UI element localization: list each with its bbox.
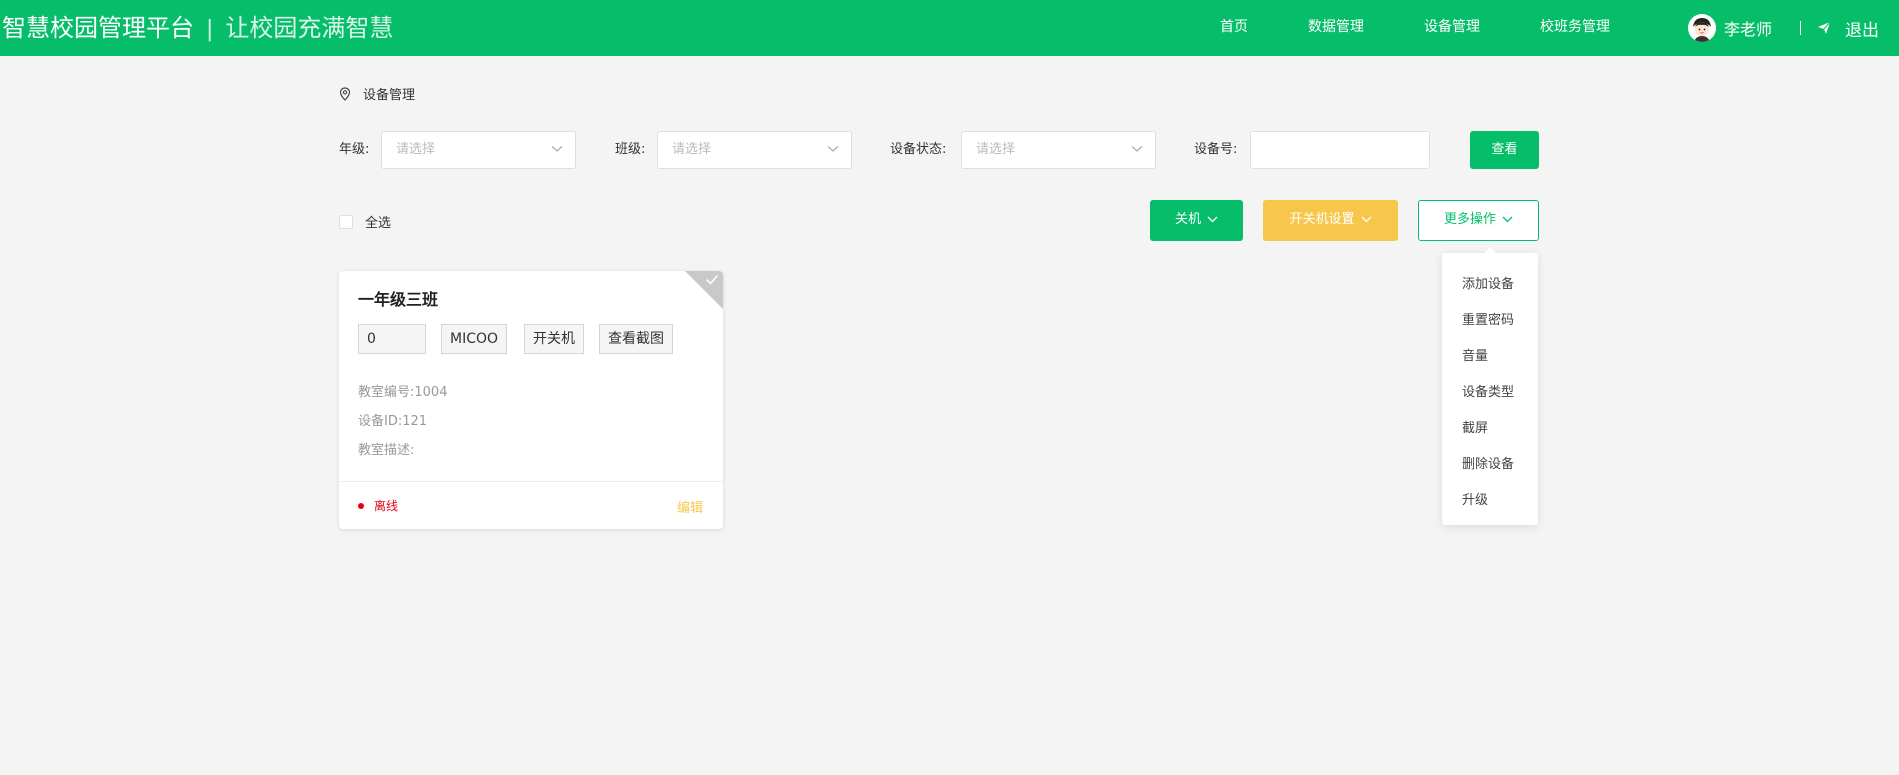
app-slogan: 让校园充满智慧 [225,14,394,42]
menu-item-add-device[interactable]: 添加设备 [1442,267,1538,303]
chevron-down-icon [1361,216,1371,223]
nav-item-home[interactable]: 首页 [1220,0,1248,56]
status-dot [358,502,364,509]
nav-item-device-management[interactable]: 设备管理 [1424,0,1480,56]
status-label: 离线 [374,499,399,513]
location-pin-icon [339,86,351,101]
menu-item-upgrade[interactable]: 升级 [1442,483,1538,519]
card-title: 一年级三班 [358,290,439,309]
select-all-label: 全选 [365,216,392,231]
more-actions-label: 更多操作 [1443,212,1496,227]
device-status-label: 设备状态: [890,142,947,157]
chevron-down-icon [1131,146,1143,152]
grade-select-placeholder: 请选择 [396,142,436,157]
logout-button[interactable]: 退出 [1800,12,1879,44]
logout-label: 退出 [1845,20,1879,41]
classroom-number: 教室编号:1004 [358,381,447,400]
logout-divider [1800,21,1801,35]
grade-label: 年级: [339,142,370,157]
device-no-input[interactable] [1250,131,1430,169]
paper-plane-icon [1818,21,1831,34]
avatar-image [1688,14,1716,42]
tag-count: 0 [358,324,426,354]
breadcrumb: 设备管理 [339,84,415,103]
select-all-checkbox[interactable] [339,214,353,229]
tag-brand: MICOO [441,324,508,354]
more-actions-list: 添加设备 重置密码 音量 设备类型 截屏 删除设备 升级 [1442,253,1538,519]
tag-view-screenshot[interactable]: 查看截图 [599,324,673,354]
search-button[interactable]: 查看 [1470,131,1539,169]
user-name: 李老师 [1724,20,1773,39]
device-status-select[interactable]: 请选择 [961,131,1156,169]
more-actions-button[interactable]: 更多操作 [1418,200,1539,241]
class-label: 班级: [615,142,646,157]
edit-link[interactable]: 编辑 [677,497,703,516]
nav-item-class-affairs[interactable]: 校班务管理 [1540,0,1610,56]
chevron-down-icon [551,146,563,152]
menu-item-device-type[interactable]: 设备类型 [1442,375,1538,411]
menu-item-screenshot[interactable]: 截屏 [1442,411,1538,447]
check-icon [705,275,719,285]
card-divider [339,481,723,482]
power-schedule-button[interactable]: 开关机设置 [1263,200,1398,241]
user-menu[interactable]: 李老师 [1688,12,1772,44]
menu-item-reset-password[interactable]: 重置密码 [1442,303,1538,339]
select-all[interactable]: 全选 [339,212,391,231]
app-title: 智慧校园管理平台 [2,14,194,42]
classroom-description: 教室描述: [358,439,414,458]
device-id-value: 121 [402,414,428,429]
shutdown-label: 关机 [1174,212,1201,227]
more-actions-dropdown: 添加设备 重置密码 音量 设备类型 截屏 删除设备 升级 [1442,247,1538,525]
menu-item-delete-device[interactable]: 删除设备 [1442,447,1538,483]
top-header: 智慧校园管理平台 | 让校园充满智慧 首页 数据管理 设备管理 校班务管理 李老师 … [0,0,1899,56]
chevron-down-icon [1207,216,1218,223]
device-no-label: 设备号: [1194,142,1238,157]
device-id: 设备ID:121 [358,410,427,429]
classroom-description-label: 教室描述: [358,443,415,458]
device-card[interactable]: 一年级三班 0 MICOO 开关机 查看截图 教室编号:1004 设备ID:12… [339,271,723,529]
title-separator: | [206,17,214,42]
brand: 智慧校园管理平台 | 让校园充满智慧 [2,0,393,56]
menu-item-volume[interactable]: 音量 [1442,339,1538,375]
chevron-down-icon [827,146,839,152]
dropdown-arrow [1484,247,1496,253]
power-schedule-label: 开关机设置 [1289,212,1355,227]
grade-select[interactable]: 请选择 [381,131,576,169]
device-id-label: 设备ID: [358,414,403,429]
status-badge: 离线 [358,497,398,514]
tag-power-toggle[interactable]: 开关机 [524,324,584,354]
device-status-select-placeholder: 请选择 [976,142,1016,157]
classroom-number-label: 教室编号: [358,385,415,400]
shutdown-button[interactable]: 关机 [1150,200,1243,241]
classroom-number-value: 1004 [414,385,448,400]
class-select[interactable]: 请选择 [657,131,852,169]
class-select-placeholder: 请选择 [672,142,712,157]
nav-item-data-management[interactable]: 数据管理 [1308,0,1364,56]
avatar [1688,14,1716,42]
chevron-down-icon [1502,216,1513,223]
breadcrumb-current: 设备管理 [363,88,416,103]
